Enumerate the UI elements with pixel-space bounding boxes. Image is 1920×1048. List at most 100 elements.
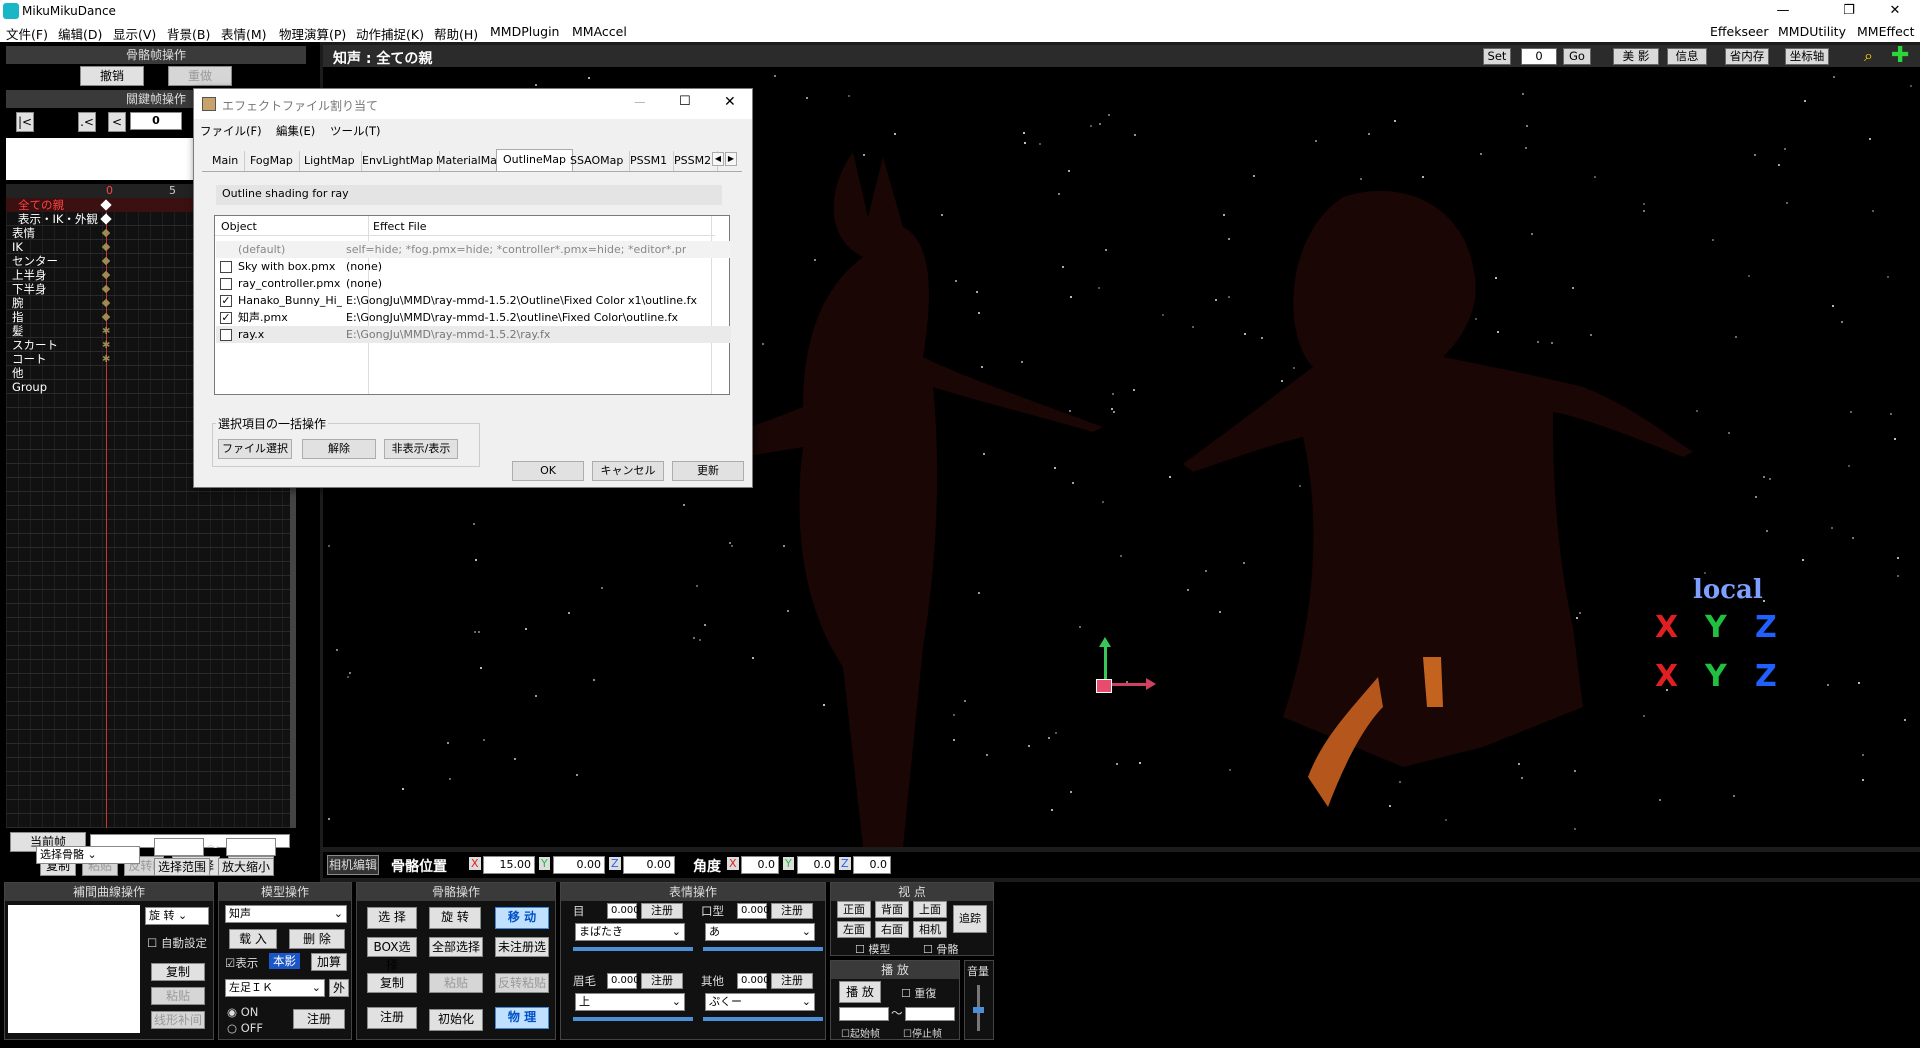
save-memory-button[interactable]: 省内存 (1725, 48, 1769, 65)
keyframe-marker[interactable] (101, 312, 111, 322)
cancel-button[interactable]: キャンセル (592, 461, 664, 481)
camera-edit-button[interactable]: 相机编辑 (327, 855, 379, 875)
eye-value[interactable]: 0.000 (607, 903, 640, 919)
frame-go-input[interactable]: 0 (1521, 48, 1557, 65)
track-morph[interactable]: 表情 (12, 226, 35, 240)
mouth-slider[interactable] (703, 947, 823, 951)
redo-button[interactable]: 重做 (168, 66, 232, 86)
column-effect-file[interactable]: Effect File (373, 220, 427, 233)
track-upper-body[interactable]: 上半身 (12, 268, 47, 282)
bone-reverse-paste-button[interactable]: 反转粘贴 (495, 973, 549, 993)
dialog-close-button[interactable]: ✕ (724, 94, 736, 110)
ik-off-radio[interactable]: ○ OFF (227, 1021, 263, 1035)
brow-slider[interactable] (573, 1017, 693, 1021)
select-all-button[interactable]: 全部选择 (429, 937, 483, 957)
move-z-icon[interactable]: Z (1755, 659, 1777, 694)
tab-pssm1[interactable]: PSSM1 (624, 151, 675, 171)
keyframe-marker[interactable] (101, 284, 111, 294)
mouth-value[interactable]: 0.000 (737, 903, 770, 919)
tab-outlinemap[interactable]: OutlineMap (496, 149, 574, 171)
mouth-register-button[interactable]: 注册 (771, 903, 813, 919)
menu-mmdplugin[interactable]: MMDPlugin (490, 24, 559, 39)
keyframe-marker[interactable] (101, 242, 111, 252)
other-dropdown[interactable]: ぷくー ⌄ (705, 993, 815, 1011)
release-button[interactable]: 解除 (302, 439, 376, 459)
repeat-checkbox[interactable]: ☐ 重復 (901, 985, 936, 1001)
list-item[interactable]: (default) self=hide; *fog.pmx=hide; *con… (216, 241, 731, 258)
view-back-button[interactable]: 背面 (875, 901, 909, 918)
track-ik[interactable]: IK (12, 240, 23, 254)
view-camera-button[interactable]: 相机 (913, 921, 947, 938)
play-start-input[interactable] (839, 1007, 889, 1021)
row-checkbox[interactable]: ✓ (220, 295, 232, 307)
tab-pssm2[interactable]: PSSM2 (668, 151, 719, 171)
curve-rotate-dropdown[interactable]: 旋 转 ⌄ (145, 907, 209, 925)
bone-copy-button[interactable]: 复制 (367, 973, 417, 993)
row-checkbox[interactable] (220, 329, 232, 341)
close-button[interactable]: ✕ (1872, 0, 1918, 22)
shadow-toggle[interactable]: 本影 (269, 953, 300, 969)
menu-mmdutility[interactable]: MMDUtility (1778, 24, 1846, 39)
linear-interp-button[interactable]: 线形补间 (151, 1011, 205, 1029)
row-checkbox[interactable]: ✓ (220, 312, 232, 324)
view-left-button[interactable]: 左面 (837, 921, 871, 938)
add-icon[interactable]: ✚ (1891, 45, 1913, 67)
view-front-button[interactable]: 正面 (837, 901, 871, 918)
track-root[interactable]: 全ての親 (18, 198, 64, 212)
keyframe-marker[interactable]: ✱ (102, 341, 110, 351)
brow-value[interactable]: 0.000 (607, 973, 640, 989)
range-end-input[interactable] (226, 838, 276, 856)
delete-model-button[interactable]: 删 除 (289, 929, 345, 949)
load-model-button[interactable]: 载 入 (229, 929, 277, 949)
list-item[interactable]: ✓ Hanako_Bunny_Hi_1.0.... E:\GongJu\MMD\… (216, 292, 731, 309)
prev-key-button[interactable]: .< (78, 112, 96, 132)
row-checkbox[interactable] (220, 278, 232, 290)
track-display-ik[interactable]: 表示・IK・外観 (18, 212, 98, 226)
rotate-x-icon[interactable]: X (1655, 610, 1678, 645)
move-bone-button[interactable]: 移 动 (495, 907, 549, 929)
brow-dropdown[interactable]: 上 ⌄ (575, 993, 685, 1011)
bone-view-checkbox[interactable]: ☐ 骨骼 (923, 941, 958, 957)
list-item[interactable]: ✓ 知声.pmx E:\GongJu\MMD\ray-mmd-1.5.2\out… (216, 309, 731, 326)
keyframe-marker[interactable] (101, 228, 111, 238)
move-y-icon[interactable]: Y (1705, 659, 1727, 694)
follow-button[interactable]: 追踪 (953, 905, 987, 933)
unregistered-select-button[interactable]: 未注册选 (495, 937, 549, 957)
menu-motion-capture[interactable]: 动作捕捉(K) (356, 24, 424, 43)
keyframe-marker[interactable] (101, 270, 111, 280)
curve-paste-button[interactable]: 粘贴 (151, 987, 205, 1005)
rotate-z-icon[interactable]: Z (1755, 610, 1777, 645)
track-hair[interactable]: 髪 (12, 324, 24, 338)
curve-editor[interactable] (8, 905, 140, 1033)
box-select-button[interactable]: BOX选择 (367, 937, 417, 972)
dialog-menu-edit[interactable]: 編集(E) (276, 123, 315, 139)
select-range-button[interactable]: 选择范围 (154, 858, 210, 876)
menu-morph[interactable]: 表情(M) (221, 24, 267, 43)
mouth-dropdown[interactable]: あ ⌄ (705, 923, 815, 941)
start-frame-checkbox[interactable]: ☐起始帧 (841, 1025, 880, 1040)
dialog-menu-tools[interactable]: ツール(T) (330, 123, 381, 139)
menu-edit[interactable]: 编辑(D) (58, 24, 102, 43)
track-arm[interactable]: 腕 (12, 296, 24, 310)
outer-parent-button[interactable]: 外 (329, 979, 349, 997)
menu-mmaccel[interactable]: MMAccel (572, 24, 627, 39)
move-x-icon[interactable]: X (1655, 659, 1678, 694)
stop-frame-checkbox[interactable]: ☐停止帧 (903, 1025, 942, 1040)
list-item[interactable]: ray.x E:\GongJu\MMD\ray-mmd-1.5.2\ray.fx (216, 326, 731, 343)
column-object[interactable]: Object (221, 220, 257, 233)
zoom-icon[interactable]: ⌕ (1864, 47, 1882, 65)
maximize-button[interactable]: ❐ (1826, 0, 1872, 22)
menu-help[interactable]: 帮助(H) (434, 24, 478, 43)
angle-z-input[interactable]: 0.0 (853, 856, 891, 874)
ok-button[interactable]: OK (512, 461, 584, 481)
track-lower-body[interactable]: 下半身 (12, 282, 47, 296)
track-other[interactable]: 他 (12, 366, 24, 380)
play-end-input[interactable] (905, 1007, 955, 1021)
eye-register-button[interactable]: 注册 (641, 903, 683, 919)
bone-initialize-button[interactable]: 初始化 (429, 1009, 483, 1031)
track-coat[interactable]: コート (12, 352, 47, 366)
track-group[interactable]: Group (12, 380, 47, 394)
rotate-y-icon[interactable]: Y (1705, 610, 1727, 645)
track-center[interactable]: センター (12, 254, 58, 268)
keyframe-marker[interactable] (101, 298, 111, 308)
